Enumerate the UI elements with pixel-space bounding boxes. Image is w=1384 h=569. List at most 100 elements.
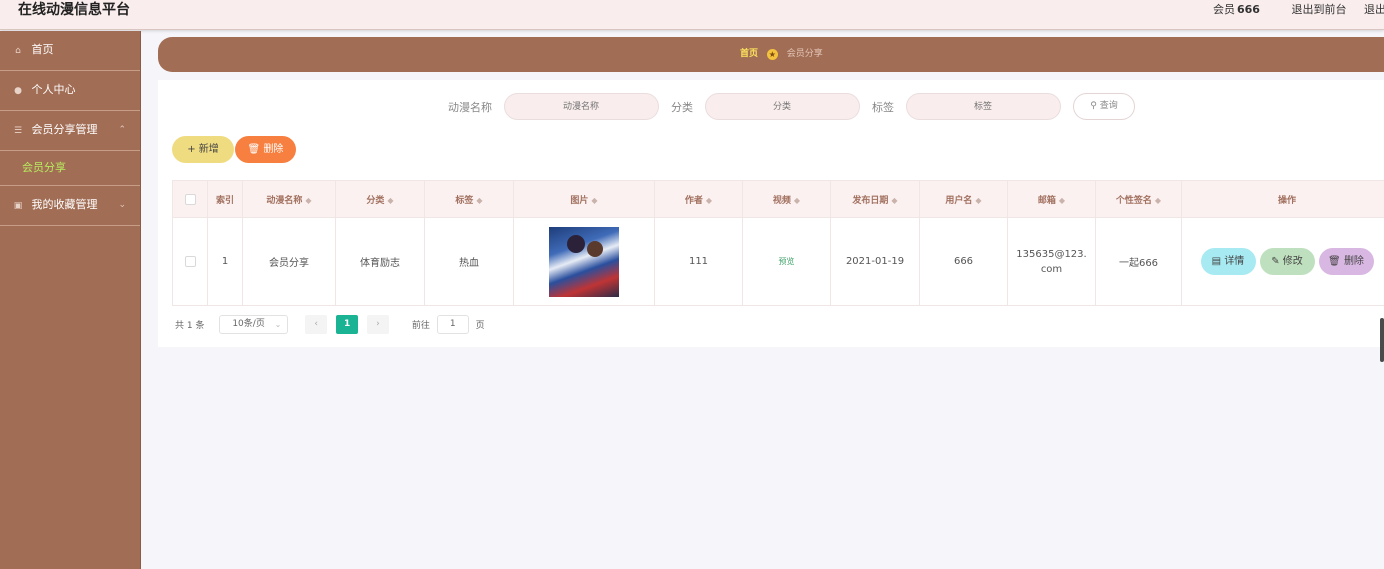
detail-label: 详情 [1224, 256, 1245, 267]
sort-icon: ◆ [891, 195, 898, 205]
anime-thumbnail[interactable] [549, 226, 619, 297]
edit-button[interactable]: ✎ 修改 [1259, 248, 1315, 275]
header-image[interactable]: 图片 ◆ [513, 180, 655, 218]
edit-label: 修改 [1282, 256, 1303, 267]
app-title: 在线动漫信息平台 [18, 2, 130, 18]
sidebar-item-favorites-management[interactable]: ▣ 我的收藏管理 ⌄ [0, 186, 140, 226]
top-right-menu: 会员666 退出到前台 退出登录 [1213, 0, 1384, 20]
breadcrumb-inner: 首页 ★ 会员分享 [740, 37, 823, 72]
header-username[interactable]: 用户名 ◆ [919, 180, 1008, 218]
top-bar: 在线动漫信息平台 会员666 退出到前台 退出登录 [0, 0, 1384, 30]
add-button[interactable]: + 新增 [172, 136, 234, 163]
header-anime-name[interactable]: 动漫名称 ◆ [242, 180, 336, 218]
video-preview-link[interactable]: 预览 [779, 257, 795, 266]
sidebar-item-share-management[interactable]: ☰ 会员分享管理 ⌃ [0, 111, 140, 151]
goto-page-input[interactable]: 1 [436, 315, 469, 334]
cell-category: 体育励志 [335, 217, 425, 306]
email-text: 135635@123.com [1016, 248, 1087, 275]
batch-delete-label: 删除 [263, 144, 284, 155]
sidebar-item-label: 首页 [31, 43, 54, 56]
sidebar-item-home[interactable]: ⌂ 首页 [0, 31, 140, 71]
bookmark-icon: ▣ [13, 201, 23, 211]
username: 666 [1237, 3, 1260, 16]
sort-icon: ◆ [975, 195, 982, 205]
row-delete-button[interactable]: 🗑︎ 删除 [1318, 248, 1374, 275]
header-date[interactable]: 发布日期 ◆ [830, 180, 920, 218]
breadcrumb-current: 会员分享 [786, 49, 823, 59]
anime-name-label: 动漫名称 [448, 100, 492, 114]
sort-icon: ◆ [476, 195, 483, 205]
header-index: 索引 [207, 180, 243, 218]
chevron-up-icon: ⌃ [118, 125, 126, 135]
scrollbar-thumb[interactable] [1380, 318, 1384, 362]
header-label: 个性签名 [1115, 195, 1152, 206]
logout-link[interactable]: 退出登录 [1364, 3, 1384, 16]
breadcrumb-home-link[interactable]: 首页 [740, 49, 758, 59]
search-icon: ⚲ [1090, 101, 1097, 111]
header-video[interactable]: 视频 ◆ [742, 180, 831, 218]
home-icon: ⌂ [15, 46, 21, 56]
header-label: 动漫名称 [266, 195, 303, 206]
header-label: 用户名 [945, 195, 973, 206]
document-icon: ▤ [1211, 256, 1222, 267]
cell-index: 1 [207, 217, 243, 306]
sort-icon: ◆ [591, 195, 598, 205]
row-checkbox[interactable] [184, 255, 196, 267]
plus-icon: + [187, 144, 196, 155]
prev-page-button[interactable]: ‹ [305, 315, 328, 334]
chevron-left-icon: ‹ [314, 319, 318, 329]
add-button-label: 新增 [198, 144, 219, 155]
sidebar-item-personal-center[interactable]: ● 个人中心 [0, 71, 140, 111]
sort-icon: ◆ [1154, 195, 1162, 205]
page-number-current[interactable]: 1 [336, 315, 359, 334]
cell-date: 2021-01-19 [830, 217, 920, 306]
header-operations: 操作 [1181, 180, 1384, 218]
header-signature[interactable]: 个性签名 ◆ [1095, 180, 1182, 218]
select-all-cell [172, 180, 208, 218]
anime-name-input[interactable] [503, 93, 659, 120]
sidebar-item-label: 会员分享管理 [31, 123, 98, 136]
sidebar-item-label: 我的收藏管理 [31, 198, 98, 211]
chevron-down-icon: ⌄ [118, 200, 126, 210]
cell-anime-name: 会员分享 [242, 217, 336, 306]
star-icon: ★ [766, 49, 778, 60]
back-to-front-link[interactable]: 退出到前台 [1291, 3, 1346, 16]
cell-video: 预览 [742, 217, 831, 306]
content-card: 动漫名称 分类 标签 ⚲ 查询 + 新增 🗑︎ 删除 索引 动漫名称◆ 分类◆ … [158, 80, 1384, 347]
user-icon: ● [14, 86, 22, 96]
data-table: 索引 动漫名称 ◆ 分类 ◆ 标签 ◆ 图片 ◆ 作者 ◆ 视频 ◆ 发布日期 ◆ 用户名 ◆ … [172, 180, 1384, 306]
header-email[interactable]: 邮箱 ◆ [1007, 180, 1096, 218]
tag-input[interactable] [905, 93, 1061, 120]
pagination-total: 共 1 条 [175, 321, 205, 331]
select-all-checkbox[interactable] [184, 193, 196, 205]
batch-delete-button[interactable]: 🗑︎ 删除 [235, 136, 296, 163]
page-size-value: 10条/页 [232, 319, 265, 329]
row-delete-label: 删除 [1343, 256, 1364, 267]
member-label: 会员 [1213, 3, 1235, 16]
header-label: 发布日期 [852, 195, 889, 206]
detail-button[interactable]: ▤ 详情 [1200, 248, 1256, 275]
chevron-right-icon: › [376, 319, 380, 329]
chevron-down-icon: ⌄ [274, 320, 282, 329]
header-tag[interactable]: 标签 ◆ [424, 180, 514, 218]
sidebar-subitem-member-share[interactable]: 会员分享 [0, 151, 140, 186]
tag-label: 标签 [872, 100, 894, 114]
header-label: 邮箱 [1037, 195, 1056, 206]
header-label: 分类 [366, 195, 385, 206]
header-label: 标签 [455, 195, 474, 206]
search-form: 动漫名称 分类 标签 ⚲ 查询 [448, 93, 1135, 121]
page-size-select[interactable]: 10条/页 ⌄ [219, 315, 289, 334]
query-button[interactable]: ⚲ 查询 [1073, 93, 1135, 120]
sidebar-item-label: 个人中心 [31, 83, 76, 96]
header-category[interactable]: 分类 ◆ [335, 180, 425, 218]
header-label: 作者 [684, 195, 703, 206]
cell-tag: 热血 [424, 217, 514, 306]
header-author[interactable]: 作者 ◆ [654, 180, 743, 218]
category-input[interactable] [704, 93, 860, 120]
list-icon: ☰ [13, 126, 23, 136]
pagination: 共 1 条 10条/页 ⌄ ‹ 1 › 前往 1 页 [175, 315, 485, 334]
next-page-button[interactable]: › [366, 315, 389, 334]
sort-icon: ◆ [705, 195, 713, 205]
query-button-label: 查询 [1099, 101, 1118, 111]
header-label: 视频 [772, 195, 791, 206]
